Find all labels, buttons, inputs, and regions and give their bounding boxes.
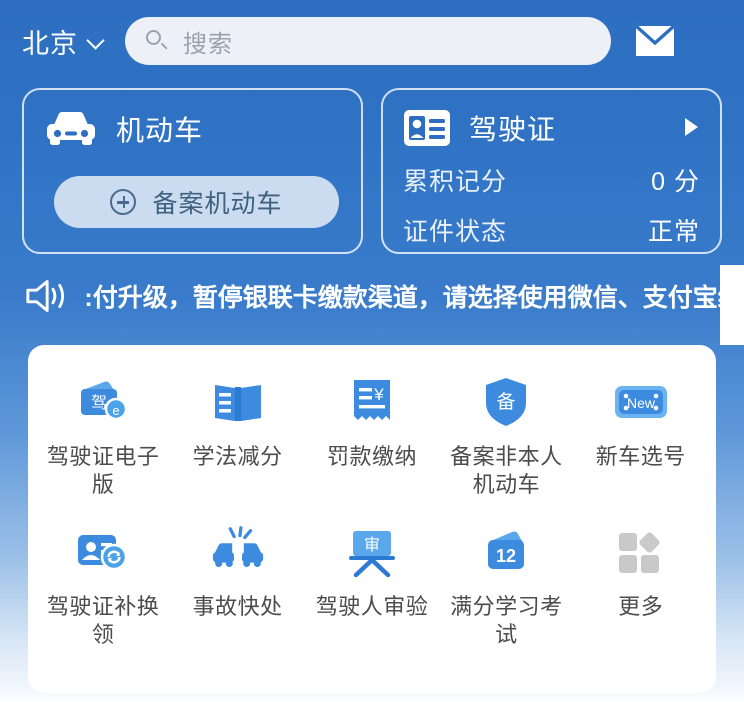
license-points-label: 累积记分 bbox=[403, 168, 508, 196]
grid-item-label: 驾驶人审验 bbox=[315, 594, 429, 620]
accident-cars-icon bbox=[209, 523, 267, 581]
svg-text:¥: ¥ bbox=[373, 385, 384, 404]
receipt-yuan-icon: ¥ bbox=[343, 373, 401, 431]
license-card-header: 驾驶证 bbox=[403, 108, 700, 148]
service-grid: 驾 e 驾驶证电子版 学法减分 ¥ 罚款缴纳 备 备案非本人机动车 New 新车… bbox=[36, 367, 708, 650]
more-grid-icon bbox=[612, 523, 670, 581]
license-plate-new-icon: New bbox=[612, 373, 670, 431]
megaphone-icon bbox=[26, 280, 65, 312]
grid-item-full-points-exam[interactable]: 12 满分学习考试 bbox=[439, 517, 573, 649]
driver-license-ecard-icon: 驾 e bbox=[74, 373, 132, 431]
vehicle-card-header: 机动车 bbox=[44, 108, 341, 150]
mail-button[interactable] bbox=[625, 11, 685, 71]
car-icon bbox=[47, 112, 95, 145]
service-grid-card: 驾 e 驾驶证电子版 学法减分 ¥ 罚款缴纳 备 备案非本人机动车 New 新车… bbox=[28, 345, 716, 693]
city-label: 北京 bbox=[22, 28, 78, 59]
grid-item-label: 驾驶证补换领 bbox=[46, 594, 160, 648]
grid-item-label: 罚款缴纳 bbox=[326, 444, 417, 469]
twelve-points-icon: 12 bbox=[477, 523, 535, 581]
grid-item-label: 事故快处 bbox=[192, 594, 283, 620]
arrow-right-icon[interactable] bbox=[685, 118, 698, 136]
grid-item-new-plate-number[interactable]: New 新车选号 bbox=[574, 367, 708, 499]
grid-item-label: 满分学习考试 bbox=[450, 594, 563, 648]
mail-icon bbox=[634, 24, 676, 56]
svg-text:审: 审 bbox=[364, 536, 380, 554]
grid-item-license-renew[interactable]: 驾驶证补换领 bbox=[36, 517, 170, 649]
grid-item-record-others-vehicle[interactable]: 备 备案非本人机动车 bbox=[439, 367, 573, 499]
grid-item-label: 新车选号 bbox=[595, 444, 686, 469]
grid-item-driver-license-ecard[interactable]: 驾 e 驾驶证电子版 bbox=[36, 367, 170, 499]
svg-text:备: 备 bbox=[497, 391, 516, 413]
license-points-row: 累积记分 0 分 bbox=[403, 162, 700, 198]
record-vehicle-label: 备案机动车 bbox=[152, 190, 283, 218]
svg-text:New: New bbox=[627, 395, 656, 411]
notice-bar[interactable]: :付升级，暂停银联卡缴款渠道，请选择使用微信、支付宝缴款 bbox=[0, 268, 744, 324]
notice-text: :付升级，暂停银联卡缴款渠道，请选择使用微信、支付宝缴款 bbox=[84, 284, 744, 312]
grid-item-pay-fine[interactable]: ¥ 罚款缴纳 bbox=[305, 367, 439, 499]
grid-item-study-law-points[interactable]: 学法减分 bbox=[170, 367, 304, 499]
license-status-label: 证件状态 bbox=[403, 218, 508, 246]
chevron-down-icon bbox=[87, 33, 107, 53]
search-input[interactable]: 搜索 bbox=[125, 17, 611, 65]
open-book-icon bbox=[209, 373, 267, 431]
license-status-row: 证件状态 正常 bbox=[403, 212, 700, 248]
app-root: 北京 搜索 机动车 备案机动车 驾驶证 累积记分 0 分 证件状态 正常:付升… bbox=[0, 0, 744, 702]
search-icon bbox=[145, 29, 169, 53]
grid-item-more[interactable]: 更多 bbox=[574, 517, 708, 649]
grid-item-label: 学法减分 bbox=[192, 444, 283, 469]
grid-item-label: 更多 bbox=[618, 594, 664, 620]
svg-text:驾: 驾 bbox=[91, 394, 107, 412]
overlay-panel-edge bbox=[720, 265, 744, 345]
svg-text:12: 12 bbox=[496, 546, 516, 566]
grid-item-label: 备案非本人机动车 bbox=[450, 444, 563, 498]
vehicle-card-title: 机动车 bbox=[116, 115, 204, 146]
license-points-value: 0 分 bbox=[651, 168, 700, 196]
grid-item-accident-quick-handle[interactable]: 事故快处 bbox=[170, 517, 304, 649]
grid-item-driver-review[interactable]: 审 驾驶人审验 bbox=[305, 517, 439, 649]
plus-circle-icon bbox=[110, 189, 137, 215]
license-card-title: 驾驶证 bbox=[469, 114, 557, 145]
review-board-icon: 审 bbox=[343, 523, 401, 581]
shield-record-icon: 备 bbox=[477, 373, 535, 431]
search-placeholder: 搜索 bbox=[183, 30, 233, 58]
summary-cards: 机动车 备案机动车 驾驶证 累积记分 0 分 证件状态 正常 bbox=[22, 88, 722, 254]
vehicle-card[interactable]: 机动车 备案机动车 bbox=[22, 88, 363, 254]
license-card[interactable]: 驾驶证 累积记分 0 分 证件状态 正常 bbox=[381, 88, 722, 254]
license-status-value: 正常 bbox=[647, 218, 700, 246]
svg-text:e: e bbox=[113, 403, 120, 418]
card-renew-icon bbox=[74, 523, 132, 581]
id-card-icon bbox=[404, 110, 450, 146]
top-header: 北京 搜索 bbox=[0, 0, 744, 82]
city-selector[interactable]: 北京 bbox=[22, 22, 107, 61]
grid-item-label: 驾驶证电子版 bbox=[46, 444, 160, 498]
record-vehicle-button[interactable]: 备案机动车 bbox=[54, 176, 339, 228]
